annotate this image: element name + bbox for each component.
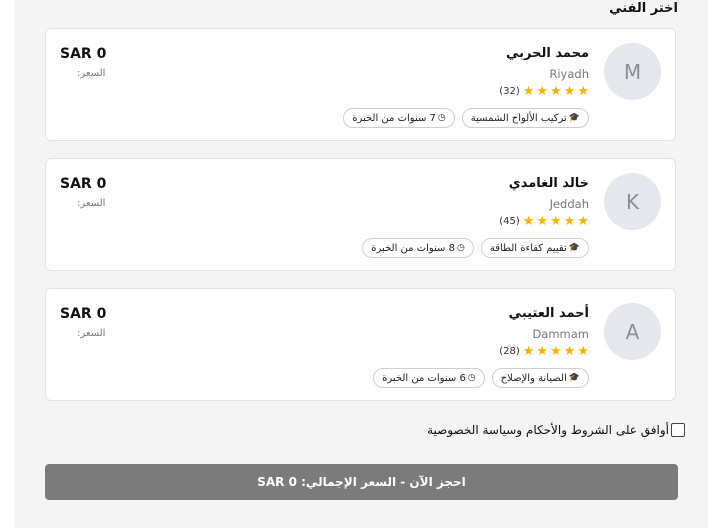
clock-icon: ◷	[467, 373, 476, 383]
terms-checkbox[interactable]	[671, 423, 685, 437]
technician-city: Jeddah	[549, 197, 589, 211]
tags: 🎓 تقييم كفاءة الطاقة ◷ 8 سنوات من الخبرة	[362, 238, 589, 258]
star-icon: ★	[536, 214, 549, 229]
star-icon: ★	[563, 84, 576, 99]
technician-name: خالد الغامدي	[508, 176, 589, 191]
star-icon: ★	[577, 344, 589, 359]
specialty-tag: 🎓 الصيانة والإصلاح	[491, 368, 589, 388]
price-value: SAR 0	[60, 46, 107, 62]
rating: (32) ★ ★ ★ ★ ★	[499, 85, 589, 98]
price-label: السعر:	[77, 198, 106, 209]
star-icon: ★	[577, 214, 589, 229]
star-icon: ★	[522, 344, 535, 359]
book-now-button[interactable]: احجز الآن - السعر الإجمالي: SAR 0	[45, 464, 678, 500]
experience-label: 8 سنوات من الخبرة	[371, 242, 455, 254]
graduation-cap-icon: 🎓	[568, 373, 580, 383]
star-icon: ★	[522, 84, 535, 99]
price-value: SAR 0	[60, 176, 107, 192]
experience-tag: ◷ 8 سنوات من الخبرة	[362, 238, 474, 258]
tags: 🎓 تركيب الألواح الشمسية ◷ 7 سنوات من الخ…	[343, 108, 589, 128]
technician-name: أحمد العتيبي	[508, 306, 589, 321]
experience-tag: ◷ 7 سنوات من الخبرة	[343, 108, 455, 128]
technician-card[interactable]: A أحمد العتيبي Dammam (28) ★ ★ ★ ★ ★ 🎓 ا…	[45, 288, 676, 401]
technician-city: Dammam	[532, 327, 589, 341]
specialty-label: الصيانة والإصلاح	[500, 372, 567, 384]
technician-card[interactable]: K خالد الغامدي Jeddah (45) ★ ★ ★ ★ ★ 🎓 ت…	[45, 158, 676, 271]
avatar: A	[604, 303, 661, 360]
specialty-label: تركيب الألواح الشمسية	[470, 112, 567, 124]
technician-name: محمد الحربي	[506, 46, 589, 61]
specialty-tag: 🎓 تركيب الألواح الشمسية	[461, 108, 589, 128]
price-label: السعر:	[77, 328, 106, 339]
tags: 🎓 الصيانة والإصلاح ◷ 6 سنوات من الخبرة	[373, 368, 589, 388]
specialty-label: تقييم كفاءة الطاقة	[489, 242, 567, 254]
clock-icon: ◷	[437, 113, 446, 123]
star-icon: ★	[550, 344, 562, 359]
star-icon: ★	[563, 344, 576, 359]
technician-city: Riyadh	[549, 67, 589, 81]
star-icon: ★	[550, 84, 562, 99]
clock-icon: ◷	[457, 243, 465, 253]
specialty-tag: 🎓 تقييم كفاءة الطاقة	[480, 238, 589, 258]
star-icon: ★	[577, 84, 589, 99]
rating-count: (32)	[499, 86, 520, 97]
graduation-cap-icon: 🎓	[568, 113, 580, 123]
rating: (28) ★ ★ ★ ★ ★	[499, 345, 589, 358]
terms-agreement[interactable]: أوافق على الشروط والأحكام وسياسة الخصوصي…	[427, 423, 685, 437]
terms-label: أوافق على الشروط والأحكام وسياسة الخصوصي…	[427, 423, 669, 437]
technician-card[interactable]: M محمد الحربي Riyadh (32) ★ ★ ★ ★ ★ 🎓 تر…	[45, 28, 676, 141]
price-value: SAR 0	[60, 306, 107, 322]
price-label: السعر:	[77, 68, 106, 79]
rating-count: (28)	[499, 346, 520, 357]
star-icon: ★	[550, 214, 562, 229]
star-icon: ★	[563, 214, 576, 229]
section-title: اختر الفني	[609, 1, 678, 16]
experience-label: 6 سنوات من الخبرة	[382, 372, 466, 384]
graduation-cap-icon: 🎓	[568, 243, 580, 253]
star-icon: ★	[522, 214, 535, 229]
rating-count: (45)	[499, 216, 520, 227]
avatar: M	[604, 43, 661, 100]
star-icon: ★	[536, 344, 549, 359]
avatar: K	[604, 173, 661, 230]
rating: (45) ★ ★ ★ ★ ★	[499, 215, 589, 228]
experience-tag: ◷ 6 سنوات من الخبرة	[373, 368, 485, 388]
star-icon: ★	[536, 84, 549, 99]
experience-label: 7 سنوات من الخبرة	[352, 112, 436, 124]
